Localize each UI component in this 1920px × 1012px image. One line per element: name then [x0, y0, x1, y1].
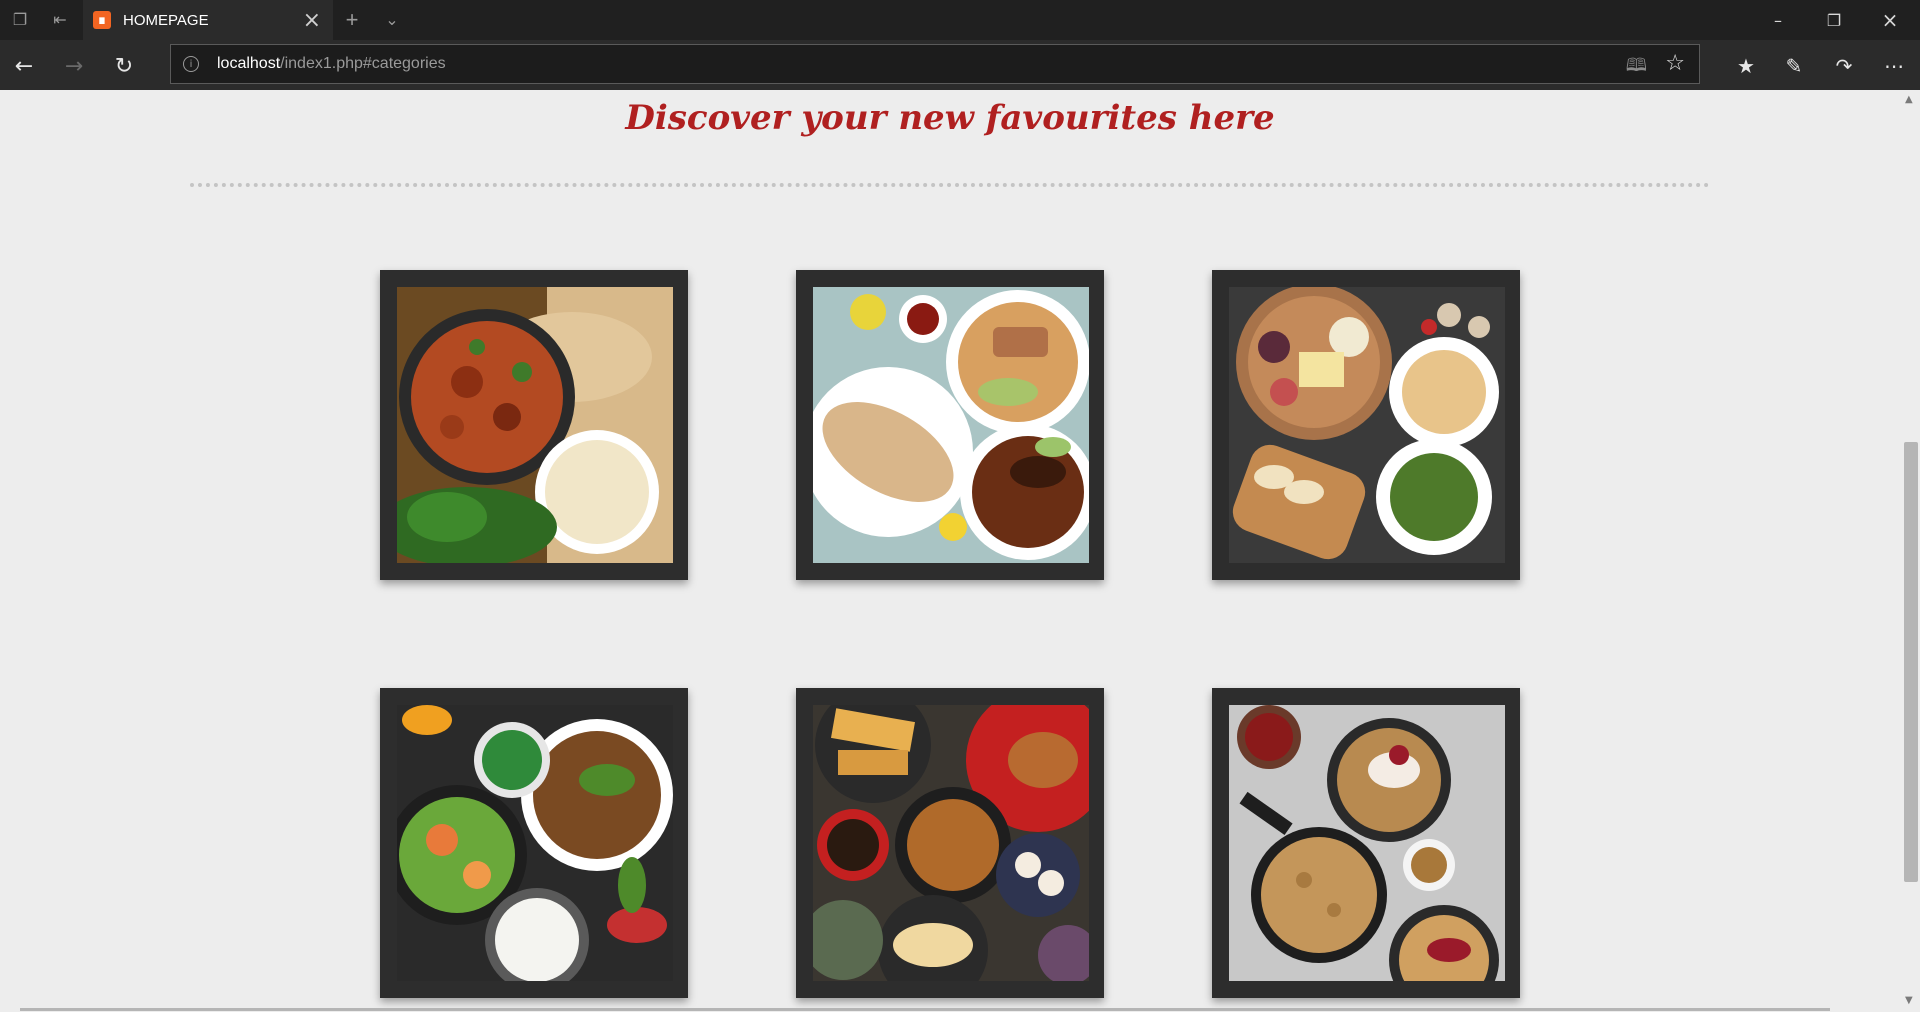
minimize-button[interactable]: –	[1750, 0, 1806, 40]
share-icon[interactable]: ↷	[1830, 52, 1858, 80]
food-photo[interactable]	[1229, 287, 1505, 563]
close-window-button[interactable]: ×	[1862, 0, 1918, 40]
food-photo[interactable]	[813, 705, 1089, 981]
refresh-icon[interactable]: ↻	[110, 52, 138, 80]
favorites-icon[interactable]: ★	[1732, 52, 1760, 80]
category-card[interactable]	[380, 270, 688, 580]
food-photo[interactable]	[397, 705, 673, 981]
scrollbar-thumb[interactable]	[1904, 442, 1918, 882]
url-path: /index1.php#categories	[280, 55, 446, 72]
tab-actions-icon[interactable]: ❐	[8, 8, 32, 32]
reading-view-icon[interactable]: 🕮	[1626, 53, 1647, 83]
category-card[interactable]	[1212, 688, 1520, 998]
tab-homepage[interactable]: ∎ HOMEPAGE ×	[83, 0, 333, 40]
tab-title: HOMEPAGE	[123, 11, 209, 29]
dotted-divider	[190, 183, 1710, 187]
close-icon[interactable]: ×	[303, 8, 321, 33]
horizontal-scrollbar[interactable]	[20, 1008, 1830, 1011]
new-tab-icon[interactable]: +	[340, 7, 364, 32]
url-host: localhost	[217, 55, 281, 72]
browser-titlebar: ❐ ⇤ ∎ HOMEPAGE × + ⌄ – ❐ ×	[0, 0, 1920, 40]
address-bar[interactable]: i localhost/index1.php#categories 🕮 ☆	[170, 44, 1700, 84]
info-icon[interactable]: i	[183, 56, 199, 72]
url-text[interactable]: localhost/index1.php#categories	[217, 55, 446, 73]
page-content: Discover your new favourites here	[0, 90, 1900, 1010]
star-icon[interactable]: ☆	[1665, 51, 1685, 76]
page-heading: Discover your new favourites here	[625, 98, 1275, 138]
category-card[interactable]	[1212, 270, 1520, 580]
forward-icon[interactable]: →	[60, 52, 88, 80]
pen-icon[interactable]: ✎	[1780, 52, 1808, 80]
food-photo[interactable]	[397, 287, 673, 563]
vertical-scrollbar[interactable]: ▲ ▼	[1900, 90, 1920, 1010]
scroll-up-icon[interactable]: ▲	[1905, 94, 1913, 105]
set-tabs-aside-icon[interactable]: ⇤	[48, 8, 72, 32]
scroll-down-icon[interactable]: ▼	[1905, 995, 1913, 1006]
chevron-down-icon[interactable]: ⌄	[380, 8, 404, 32]
category-card[interactable]	[796, 270, 1104, 580]
xampp-icon: ∎	[93, 11, 111, 29]
more-icon[interactable]: ⋯	[1880, 52, 1908, 80]
food-photo[interactable]	[813, 287, 1089, 563]
category-card[interactable]	[796, 688, 1104, 998]
food-photo[interactable]	[1229, 705, 1505, 981]
restore-button[interactable]: ❐	[1806, 0, 1862, 40]
back-icon[interactable]: ←	[10, 52, 38, 80]
category-card[interactable]	[380, 688, 688, 998]
